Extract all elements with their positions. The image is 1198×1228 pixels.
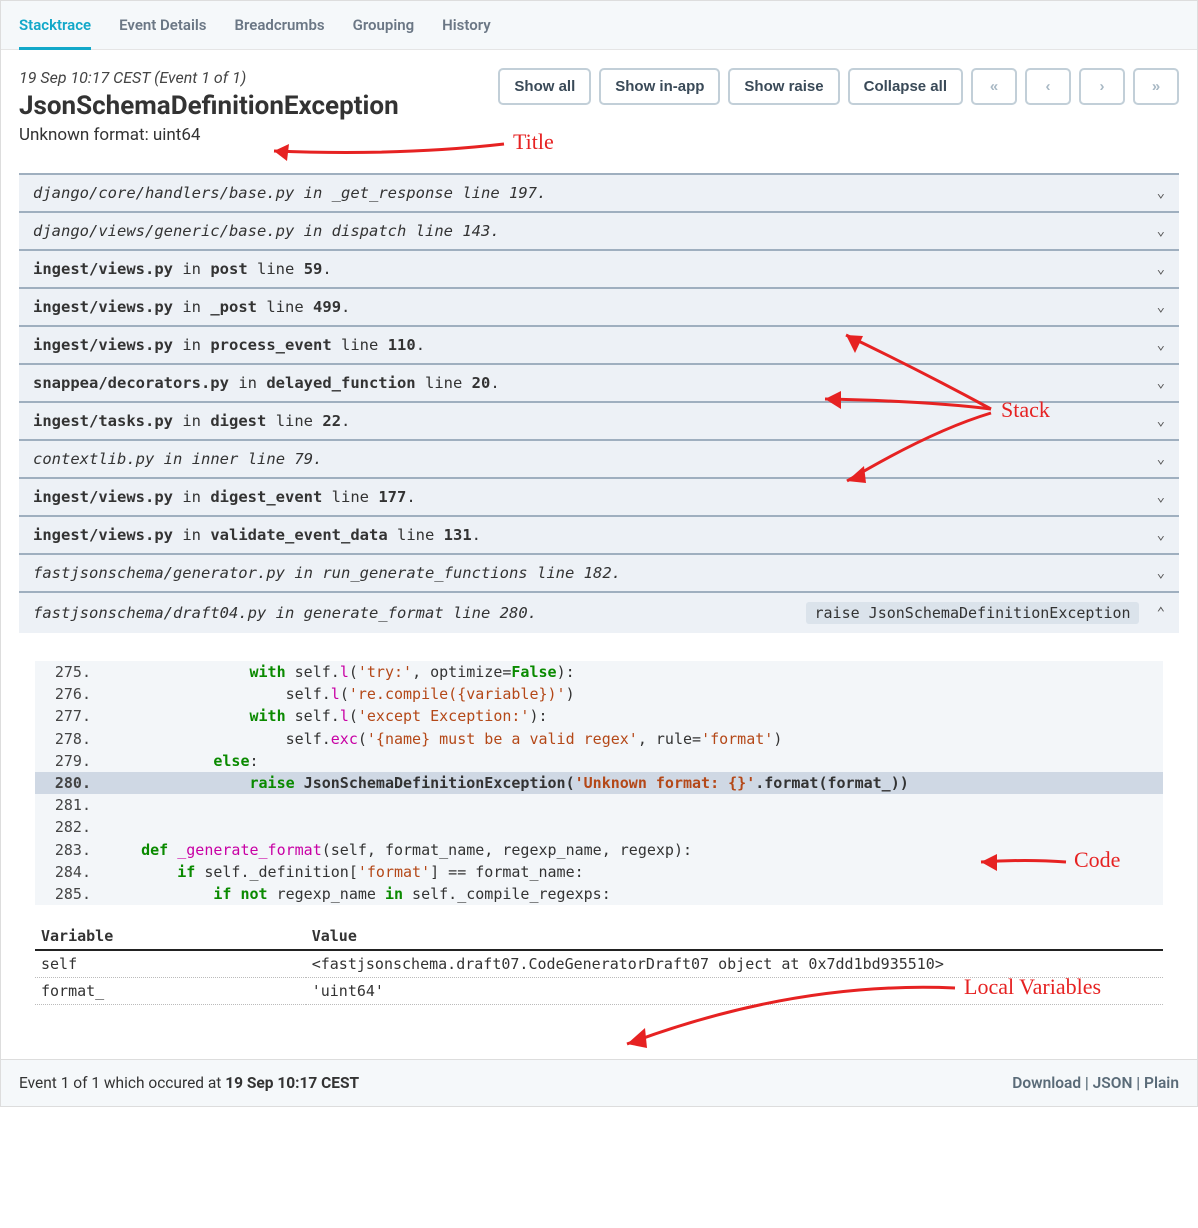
code-line: 281. (35, 794, 1163, 816)
frame-row[interactable]: ingest/views.py in _post line 499.⌄ (19, 287, 1179, 325)
chevron-down-icon: ⌄ (1157, 299, 1165, 315)
raise-badge: raise JsonSchemaDefinitionException (806, 602, 1138, 624)
var-header-name: Variable (35, 923, 306, 950)
last-button[interactable]: » (1133, 68, 1179, 105)
frame-row[interactable]: contextlib.py in inner line 79.⌄ (19, 439, 1179, 477)
tab-grouping[interactable]: Grouping (353, 1, 415, 49)
chevron-down-icon: ⌄ (1157, 261, 1165, 277)
frame-row[interactable]: django/core/handlers/base.py in _get_res… (19, 173, 1179, 211)
code-line: 280. raise JsonSchemaDefinitionException… (35, 772, 1163, 794)
frame-row[interactable]: fastjsonschema/generator.py in run_gener… (19, 553, 1179, 591)
stacktrace-frames: django/core/handlers/base.py in _get_res… (19, 173, 1179, 633)
prev-button[interactable]: ‹ (1025, 68, 1071, 105)
var-row: format_'uint64' (35, 978, 1163, 1005)
next-button[interactable]: › (1079, 68, 1125, 105)
code-line: 277. with self.l('except Exception:'): (35, 705, 1163, 727)
chevron-down-icon: ⌄ (1157, 223, 1165, 239)
frame-row[interactable]: ingest/tasks.py in digest line 22.⌄ (19, 401, 1179, 439)
var-header-value: Value (306, 923, 1163, 950)
code-context: 275. with self.l('try:', optimize=False)… (35, 661, 1163, 905)
frame-row[interactable]: django/views/generic/base.py in dispatch… (19, 211, 1179, 249)
frame-row[interactable]: ingest/views.py in post line 59.⌄ (19, 249, 1179, 287)
footer-event-info: Event 1 of 1 which occured at 19 Sep 10:… (19, 1074, 359, 1092)
code-line: 284. if self._definition['format'] == fo… (35, 861, 1163, 883)
chevron-down-icon: ⌄ (1157, 413, 1165, 429)
frame-row[interactable]: ingest/views.py in validate_event_data l… (19, 515, 1179, 553)
code-line: 275. with self.l('try:', optimize=False)… (35, 661, 1163, 683)
filter-buttons: Show all Show in-app Show raise Collapse… (498, 68, 1179, 105)
chevron-right-icon: › (1100, 78, 1105, 95)
double-chevron-right-icon: » (1152, 78, 1160, 95)
code-line: 278. self.exc('{name} must be a valid re… (35, 728, 1163, 750)
chevron-down-icon: ⌄ (1157, 375, 1165, 391)
chevron-down-icon: ⌄ (1157, 489, 1165, 505)
exception-title: JsonSchemaDefinitionException (19, 91, 399, 121)
frame-row[interactable]: fastjsonschema/draft04.py in generate_fo… (19, 591, 1179, 633)
show-in-app-button[interactable]: Show in-app (599, 68, 720, 105)
collapse-all-button[interactable]: Collapse all (848, 68, 963, 105)
chevron-down-icon: ⌄ (1157, 337, 1165, 353)
footer-links[interactable]: Download | JSON | Plain (1012, 1074, 1179, 1092)
tab-stacktrace[interactable]: Stacktrace (19, 1, 91, 49)
tab-history[interactable]: History (442, 1, 491, 49)
code-line: 285. if not regexp_name in self._compile… (35, 883, 1163, 905)
show-raise-button[interactable]: Show raise (728, 68, 839, 105)
tab-breadcrumbs[interactable]: Breadcrumbs (234, 1, 324, 49)
local-variables: Variable Value self<fastjsonschema.draft… (35, 923, 1163, 1005)
chevron-down-icon: ⌄ (1157, 451, 1165, 467)
frame-row[interactable]: ingest/views.py in digest_event line 177… (19, 477, 1179, 515)
code-line: 282. (35, 816, 1163, 838)
chevron-down-icon: ⌄ (1157, 185, 1165, 201)
frame-row[interactable]: snappea/decorators.py in delayed_functio… (19, 363, 1179, 401)
var-row: self<fastjsonschema.draft07.CodeGenerato… (35, 950, 1163, 978)
exception-message: Unknown format: uint64 (19, 125, 399, 145)
chevron-left-icon: ‹ (1046, 78, 1051, 95)
code-line: 279. else: (35, 750, 1163, 772)
code-line: 276. self.l('re.compile({variable})') (35, 683, 1163, 705)
tab-event-details[interactable]: Event Details (119, 1, 206, 49)
event-meta: 19 Sep 10:17 CEST (Event 1 of 1) (19, 68, 399, 87)
first-button[interactable]: « (971, 68, 1017, 105)
main-panel: Stacktrace Event Details Breadcrumbs Groupi… (0, 0, 1198, 1107)
chevron-down-icon: ⌄ (1157, 565, 1165, 581)
chevron-down-icon: ⌄ (1157, 527, 1165, 543)
tab-bar: Stacktrace Event Details Breadcrumbs Groupi… (1, 1, 1197, 50)
chevron-up-icon: ⌃ (1157, 605, 1165, 621)
show-all-button[interactable]: Show all (498, 68, 591, 105)
double-chevron-left-icon: « (990, 78, 998, 95)
code-line: 283. def _generate_format(self, format_n… (35, 839, 1163, 861)
frame-row[interactable]: ingest/views.py in process_event line 11… (19, 325, 1179, 363)
